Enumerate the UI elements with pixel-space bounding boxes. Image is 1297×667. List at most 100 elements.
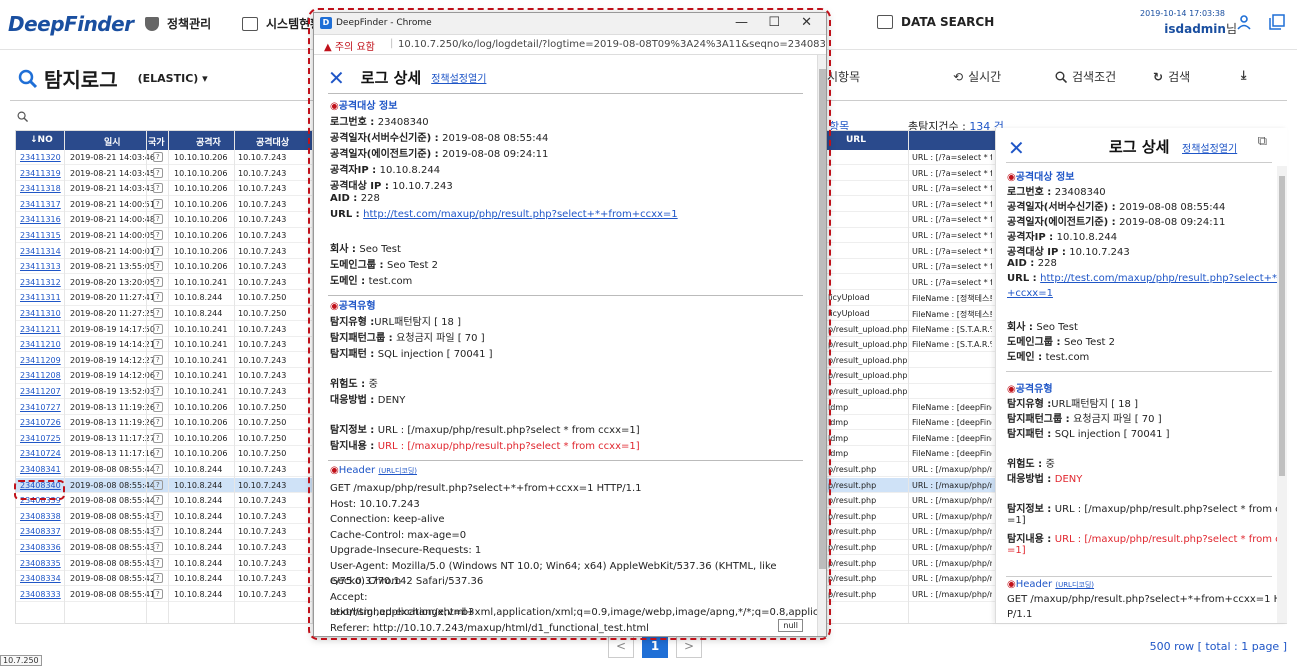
country-unknown-icon: ? <box>153 292 163 303</box>
close-icon[interactable]: ✕ <box>1008 136 1025 160</box>
popup-url[interactable]: 10.10.7.250/ko/log/logdetail/?logtime=20… <box>398 39 826 50</box>
panel-target-ip: 공격대상 IP : 10.10.7.243 <box>1007 247 1130 258</box>
row-no-link[interactable]: 23411313 <box>20 262 61 271</box>
row-date: 2019-08-08 08:55:41 <box>70 589 155 599</box>
popup-section-target-label: 공격대상 정보 <box>338 101 398 112</box>
popup-titlebar: D DeepFinder - Chrome — ☐ ✕ <box>314 13 826 35</box>
row-date: 2019-08-08 08:55:43 <box>70 527 155 537</box>
row-date: 2019-08-21 14:03:43 <box>70 184 155 194</box>
row-attacker: 10.10.8.244 <box>174 543 223 552</box>
country-unknown-icon: ? <box>153 448 163 459</box>
source-dropdown[interactable]: (ELASTIC) ▾ <box>138 72 208 85</box>
row-no-link[interactable]: 23411210 <box>20 340 61 349</box>
log-detail-popup-window: D DeepFinder - Chrome — ☐ ✕ ▲ 주의 요함 | 10… <box>313 12 827 637</box>
col-target[interactable]: 공격대상 <box>256 135 289 148</box>
row-uri: p/result_upload.php <box>828 387 908 396</box>
row-target: 10.10.7.250 <box>238 433 287 443</box>
bullet-icon: ◉ <box>1007 579 1016 590</box>
external-link-icon[interactable]: ⧉ <box>1258 134 1267 149</box>
maximize-icon[interactable]: ☐ <box>768 15 780 30</box>
row-no-link[interactable]: 23411310 <box>20 309 61 318</box>
popup-url-decode-link[interactable]: (URL디코딩) <box>378 467 417 475</box>
country-unknown-icon: ? <box>153 230 163 240</box>
panel-scroll-thumb[interactable] <box>1279 176 1285 476</box>
row-no-link[interactable]: 23411312 <box>20 278 61 287</box>
row-no-link[interactable]: 23411207 <box>20 387 61 396</box>
row-no-link[interactable]: 23408335 <box>20 559 61 568</box>
next-page-button[interactable]: > <box>676 634 702 658</box>
http-header-line: Referer: http://10.10.7.243/maxup/html/d… <box>330 622 649 634</box>
items-tool[interactable]: 시항목 <box>827 68 860 85</box>
panel-url-decode-link[interactable]: (URL디코딩) <box>1055 581 1094 589</box>
row-no-link[interactable]: 23411315 <box>20 231 61 240</box>
popup-address-bar[interactable]: ▲ 주의 요함 | 10.10.7.250/ko/log/logdetail/?… <box>314 35 826 55</box>
row-no-link[interactable]: 23411320 <box>20 153 61 162</box>
current-page-button[interactable]: 1 <box>642 634 668 658</box>
row-no-link[interactable]: 23411318 <box>20 184 61 193</box>
row-no-link[interactable]: 23411208 <box>20 371 61 380</box>
popup-attacker-ip: 공격자IP : 10.10.8.244 <box>330 165 441 176</box>
nav-data-search[interactable]: DATA SEARCH <box>877 15 994 29</box>
row-no-link[interactable]: 23410726 <box>20 418 61 427</box>
popup-close-icon[interactable]: ✕ <box>328 68 345 88</box>
row-no-link[interactable]: 23411211 <box>20 325 61 334</box>
row-no-link[interactable]: 23408341 <box>20 465 61 474</box>
row-no-link[interactable]: 23410725 <box>20 434 61 443</box>
col-country[interactable]: 국가 <box>148 135 165 148</box>
panel-url-link-cont[interactable]: +ccxx=1 <box>1007 288 1053 299</box>
popup-scrollbar[interactable] <box>817 55 826 636</box>
panel-policy-link[interactable]: 정책설정열기 <box>1182 140 1237 155</box>
country-unknown-icon: ? <box>153 588 163 599</box>
nav-system-status[interactable]: 시스템현황 <box>242 15 321 32</box>
pagination: < 1 > <box>608 634 702 658</box>
col-url[interactable]: URL <box>846 135 866 145</box>
popup-policy-link[interactable]: 정책설정열기 <box>431 70 486 85</box>
user-name[interactable]: isdadmin님 <box>1164 20 1237 37</box>
search-label: 검색 <box>1168 70 1191 84</box>
row-uri: p/result.php <box>828 496 877 506</box>
window-icon[interactable] <box>1269 14 1285 30</box>
col-no[interactable]: ↓NO <box>30 135 53 145</box>
row-no-link[interactable]: 23411209 <box>20 356 61 365</box>
row-date: 2019-08-20 13:20:05 <box>70 277 155 287</box>
minimize-icon[interactable]: — <box>735 15 748 30</box>
download-button[interactable]: ⤓ <box>1241 68 1246 83</box>
search-condition-button[interactable]: 검색조건 <box>1055 68 1116 85</box>
null-button[interactable]: null <box>778 619 803 632</box>
popup-det-group: 탐지패턴그룹 : 요청금지 파일 [ 70 ] <box>330 333 485 344</box>
row-uri: p/result_upload.php <box>828 355 908 365</box>
col-attacker[interactable]: 공격자 <box>196 135 221 148</box>
row-no-link[interactable]: 23408337 <box>20 527 61 536</box>
user-icon[interactable] <box>1236 14 1252 30</box>
panel-url-link[interactable]: http://test.com/maxup/php/result.php?sel… <box>1040 273 1287 284</box>
row-no-link[interactable]: 23410727 <box>20 403 61 412</box>
panel-domain: 도메인 : test.com <box>1007 352 1090 363</box>
row-no-link[interactable]: 23411317 <box>20 200 61 209</box>
popup-scroll-thumb[interactable] <box>819 69 826 569</box>
row-no-link[interactable]: 23411311 <box>20 293 61 302</box>
row-no-link[interactable]: 23408338 <box>20 512 61 521</box>
country-unknown-icon: ? <box>153 354 163 365</box>
realtime-button[interactable]: ⟲ 실시간 <box>953 68 1001 85</box>
row-no-link[interactable]: 23411314 <box>20 247 61 256</box>
prev-page-button[interactable]: < <box>608 634 634 658</box>
col-date[interactable]: 일시 <box>104 135 121 148</box>
row-no-link[interactable]: 23408334 <box>20 574 61 583</box>
search-button[interactable]: ↻ 검색 <box>1153 68 1190 85</box>
table-search-icon[interactable] <box>17 111 28 122</box>
app-logo[interactable]: DeepFinder <box>8 12 134 36</box>
popup-domain: 도메인 : test.com <box>330 276 413 287</box>
nav-policy[interactable]: 정책관리 <box>145 15 211 32</box>
row-no-link[interactable]: 23411316 <box>20 215 61 224</box>
popup-url-link[interactable]: http://test.com/maxup/php/result.php?sel… <box>363 209 678 220</box>
window-close-icon[interactable]: ✕ <box>801 15 812 30</box>
row-no-link[interactable]: 23408333 <box>20 590 61 599</box>
bullet-icon: ◉ <box>330 301 339 312</box>
history-icon: ⟲ <box>953 69 964 84</box>
row-detail: FileName : [deepFinderF <box>912 449 992 459</box>
security-warning[interactable]: ▲ 주의 요함 <box>324 38 375 53</box>
row-no-link[interactable]: 23410724 <box>20 449 61 458</box>
row-no-link[interactable]: 23411319 <box>20 169 61 178</box>
panel-scrollbar[interactable] <box>1277 166 1287 623</box>
row-no-link[interactable]: 23408336 <box>20 543 61 552</box>
